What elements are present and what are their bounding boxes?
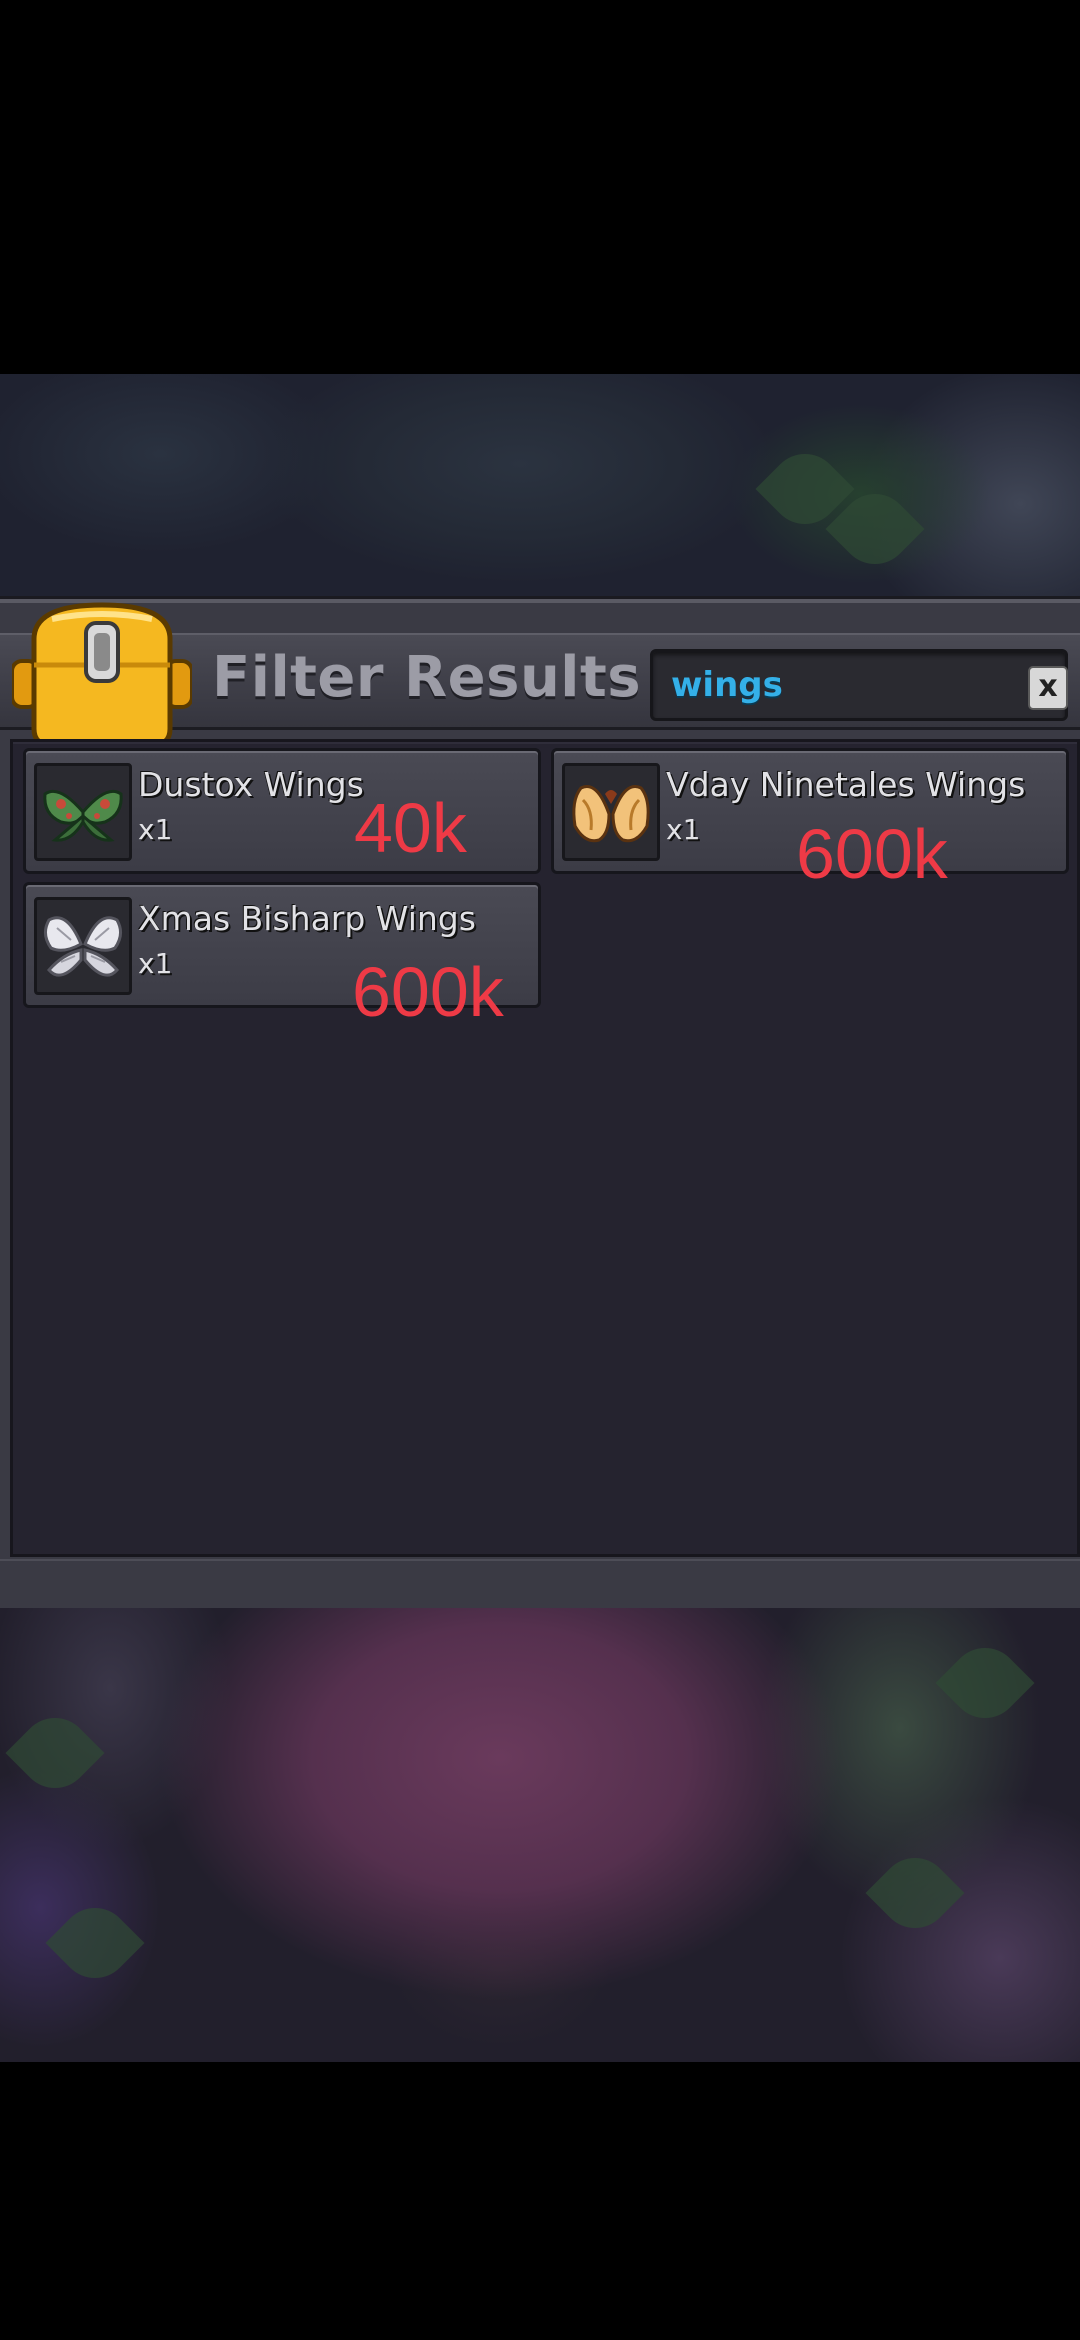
price-annotation: 600k xyxy=(352,953,504,1031)
foliage xyxy=(865,1843,965,1943)
game-world-top xyxy=(0,374,1080,596)
game-world-bottom xyxy=(0,1608,1080,2062)
price-annotation: 40k xyxy=(354,789,467,867)
vday-ninetales-wings-icon xyxy=(572,785,650,843)
foliage xyxy=(45,1893,145,1993)
search-input[interactable] xyxy=(669,660,1003,710)
panel-footer xyxy=(0,1559,1080,1609)
item-icon-slot xyxy=(34,897,132,995)
panel-title: Filter Results xyxy=(212,645,642,710)
item-name: Xmas Bisharp Wings xyxy=(138,899,476,938)
clear-search-button[interactable]: x xyxy=(1028,666,1068,710)
panel-header: Filter Results x xyxy=(0,602,1080,748)
top-black-bar xyxy=(0,0,1080,374)
foliage xyxy=(935,1633,1035,1733)
item-quantity: x1 xyxy=(138,813,173,846)
price-annotation: 600k xyxy=(796,815,948,893)
item-icon-slot xyxy=(34,763,132,861)
bottom-black-bar xyxy=(0,2062,1080,2340)
item-name: Vday Ninetales Wings xyxy=(666,765,1026,804)
item-quantity: x1 xyxy=(666,813,701,846)
foliage xyxy=(5,1703,105,1803)
dustox-wings-icon xyxy=(43,789,123,842)
item-name: Dustox Wings xyxy=(138,765,364,804)
xmas-bisharp-wings-icon xyxy=(44,916,122,977)
item-icon-slot xyxy=(562,763,660,861)
search-field[interactable]: x xyxy=(650,649,1068,721)
item-quantity: x1 xyxy=(138,947,173,980)
inventory-panel: Filter Results x Dustox Wings xyxy=(0,596,1080,1611)
backpack-icon xyxy=(12,602,192,748)
